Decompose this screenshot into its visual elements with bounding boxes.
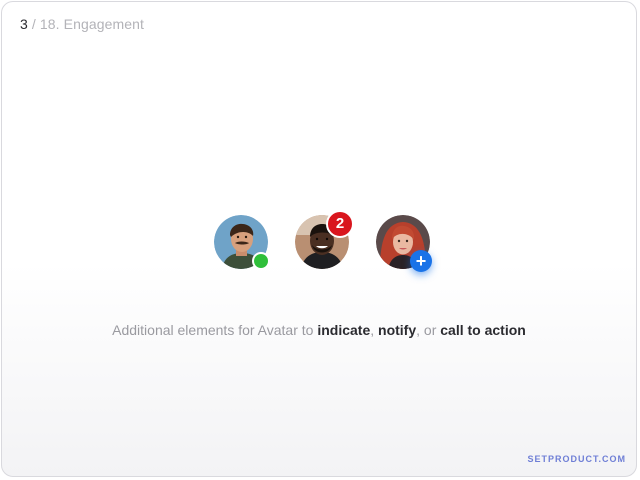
caption-separator-2: , or bbox=[416, 322, 441, 338]
notification-count-badge: 2 bbox=[326, 210, 354, 238]
plus-icon: + bbox=[415, 251, 427, 271]
description-caption: Additional elements for Avatar to indica… bbox=[2, 322, 636, 338]
caption-call-to-action: call to action bbox=[440, 322, 526, 338]
brand-link[interactable]: SETPRODUCT.COM bbox=[527, 454, 626, 464]
caption-prefix: Additional elements for Avatar to bbox=[112, 322, 318, 338]
caption-notify: notify bbox=[378, 322, 417, 338]
avatar-online[interactable] bbox=[214, 215, 270, 270]
avatar-call-to-action[interactable]: + bbox=[376, 215, 432, 272]
online-status-dot bbox=[252, 252, 270, 270]
avatar-row: 2 + bbox=[2, 2, 636, 476]
caption-indicate: indicate bbox=[317, 322, 371, 338]
add-action-button[interactable]: + bbox=[410, 250, 432, 272]
avatar-notification[interactable]: 2 bbox=[295, 210, 354, 269]
slide-card: 3 / 18. Engagement 2 + Additional elemen… bbox=[1, 1, 637, 477]
caption-separator-1: , bbox=[370, 322, 379, 338]
